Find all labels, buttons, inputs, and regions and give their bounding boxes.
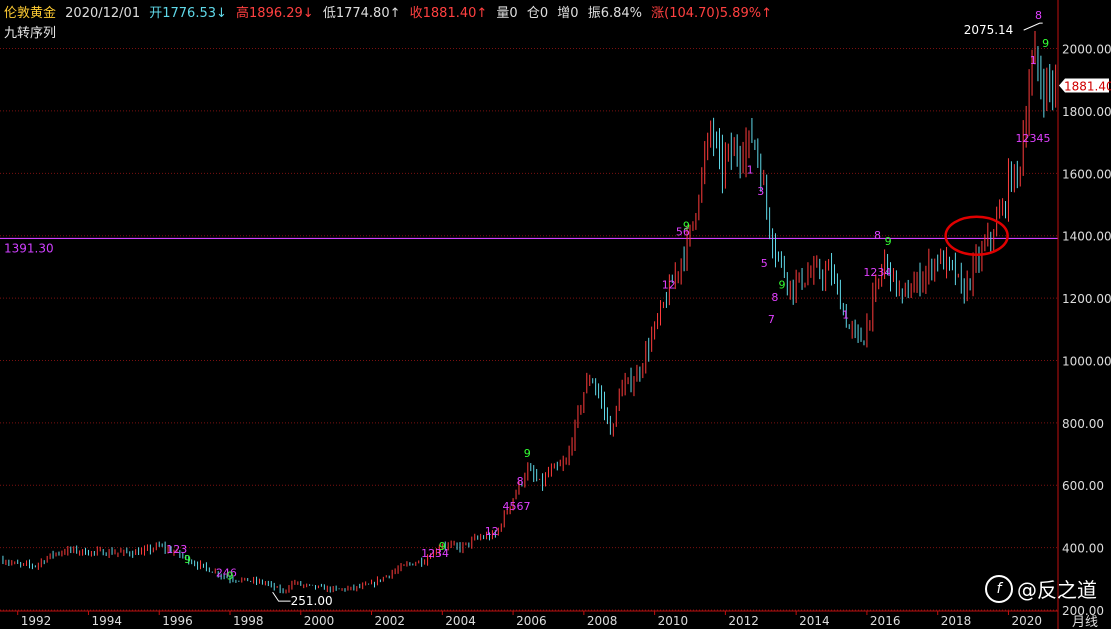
td-mark: 12345 bbox=[1016, 132, 1051, 145]
high-value: 高1896.29↓ bbox=[236, 6, 314, 21]
td-mark: 3 bbox=[757, 185, 764, 198]
y-tick-label: 600.00 bbox=[1062, 479, 1104, 493]
x-tick-label: 2016 bbox=[870, 614, 901, 628]
td-mark: 8 bbox=[874, 229, 881, 242]
x-tick-label: 2010 bbox=[658, 614, 689, 628]
td-mark: 9 bbox=[683, 219, 690, 232]
watermark: f @反之道 bbox=[985, 574, 1097, 603]
instrument-name: 伦敦黄金 bbox=[4, 6, 57, 21]
y-tick-label: 1200.00 bbox=[1062, 292, 1111, 306]
watermark-logo-icon: f bbox=[985, 574, 1013, 603]
low-label: 251.00 bbox=[291, 594, 333, 608]
period-label: 月线 bbox=[1072, 615, 1098, 629]
reference-line-label: 1391.30 bbox=[4, 241, 54, 255]
y-tick-label: 400.00 bbox=[1062, 542, 1104, 556]
td-mark: 9 bbox=[184, 553, 191, 566]
x-tick-label: 1994 bbox=[91, 614, 122, 628]
volume-value: 量0 bbox=[496, 6, 518, 21]
axes: 200.00400.00600.00800.001000.001200.0014… bbox=[0, 0, 1111, 629]
low-pointer bbox=[272, 591, 291, 602]
td-mark: 12 bbox=[485, 525, 499, 538]
high-pointer bbox=[1023, 22, 1043, 31]
td-mark: 9 bbox=[439, 540, 446, 553]
td-mark: 1234 bbox=[863, 266, 891, 279]
watermark-text: @反之道 bbox=[1017, 578, 1097, 602]
bar-date: 2020/12/01 bbox=[65, 6, 141, 21]
change-value: 涨(104.70)5.89%↑ bbox=[651, 6, 772, 21]
td-mark: 9 bbox=[778, 279, 785, 292]
td-mark: 1 bbox=[747, 163, 754, 176]
td-mark: 8 bbox=[517, 475, 524, 488]
y-tick-label: 1600.00 bbox=[1062, 167, 1111, 181]
td-mark: 5 bbox=[761, 257, 768, 270]
y-tick-label: 800.00 bbox=[1062, 417, 1104, 431]
annotations: 251.00 2075.14 1881.40 bbox=[272, 22, 1111, 608]
x-tick-label: 1996 bbox=[162, 614, 193, 628]
x-tick-label: 2018 bbox=[941, 614, 972, 628]
td-mark: 9 bbox=[226, 569, 233, 582]
close-value: 收1881.40↑ bbox=[409, 6, 488, 21]
position-value: 仓0 bbox=[526, 6, 549, 21]
y-tick-label: 1000.00 bbox=[1062, 354, 1111, 368]
td-mark: 9 bbox=[524, 447, 531, 460]
td-mark: 8 bbox=[771, 291, 778, 304]
td-mark: 7 bbox=[768, 313, 775, 326]
increase-value: 增0 bbox=[557, 6, 579, 21]
high-label: 2075.14 bbox=[964, 23, 1014, 37]
td-mark: 12 bbox=[662, 279, 676, 292]
price-chart[interactable]: 1391.30 12392469123491245678912569135897… bbox=[0, 0, 1111, 629]
x-tick-label: 2020 bbox=[1011, 614, 1042, 628]
indicator-label[interactable]: 九转序列 bbox=[4, 22, 56, 41]
low-value: 低1774.80↑ bbox=[322, 6, 401, 21]
x-tick-label: 1998 bbox=[233, 614, 264, 628]
amplitude-value: 振6.84% bbox=[587, 6, 642, 21]
x-tick-label: 2002 bbox=[375, 614, 406, 628]
td-mark: 1 bbox=[842, 308, 849, 321]
grid bbox=[0, 48, 1058, 611]
last-price-label: 1881.40 bbox=[1064, 80, 1111, 94]
nine-sequence-marks: 12392469123491245678912569135897 11234981… bbox=[166, 9, 1050, 583]
open-value: 开1776.53↓ bbox=[149, 6, 227, 21]
x-tick-label: 2004 bbox=[445, 614, 476, 628]
x-tick-label: 2006 bbox=[516, 614, 547, 628]
x-tick-label: 2000 bbox=[304, 614, 335, 628]
x-tick-label: 2012 bbox=[728, 614, 759, 628]
reference-line-1391: 1391.30 bbox=[0, 237, 1058, 255]
td-mark: 8 bbox=[1035, 9, 1042, 22]
td-mark: 9 bbox=[1042, 37, 1049, 50]
quote-header: 伦敦黄金 2020/12/01 开1776.53↓ 高1896.29↓ 低177… bbox=[4, 2, 777, 21]
y-tick-label: 2000.00 bbox=[1062, 43, 1111, 57]
x-tick-label: 2014 bbox=[799, 614, 830, 628]
x-tick-label: 1992 bbox=[21, 614, 52, 628]
td-mark: 4567 bbox=[502, 500, 530, 513]
y-tick-label: 1400.00 bbox=[1062, 230, 1111, 244]
y-tick-label: 1800.00 bbox=[1062, 105, 1111, 119]
x-tick-label: 2008 bbox=[587, 614, 618, 628]
td-mark: 9 bbox=[885, 235, 892, 248]
td-mark: 1 bbox=[1030, 54, 1037, 67]
